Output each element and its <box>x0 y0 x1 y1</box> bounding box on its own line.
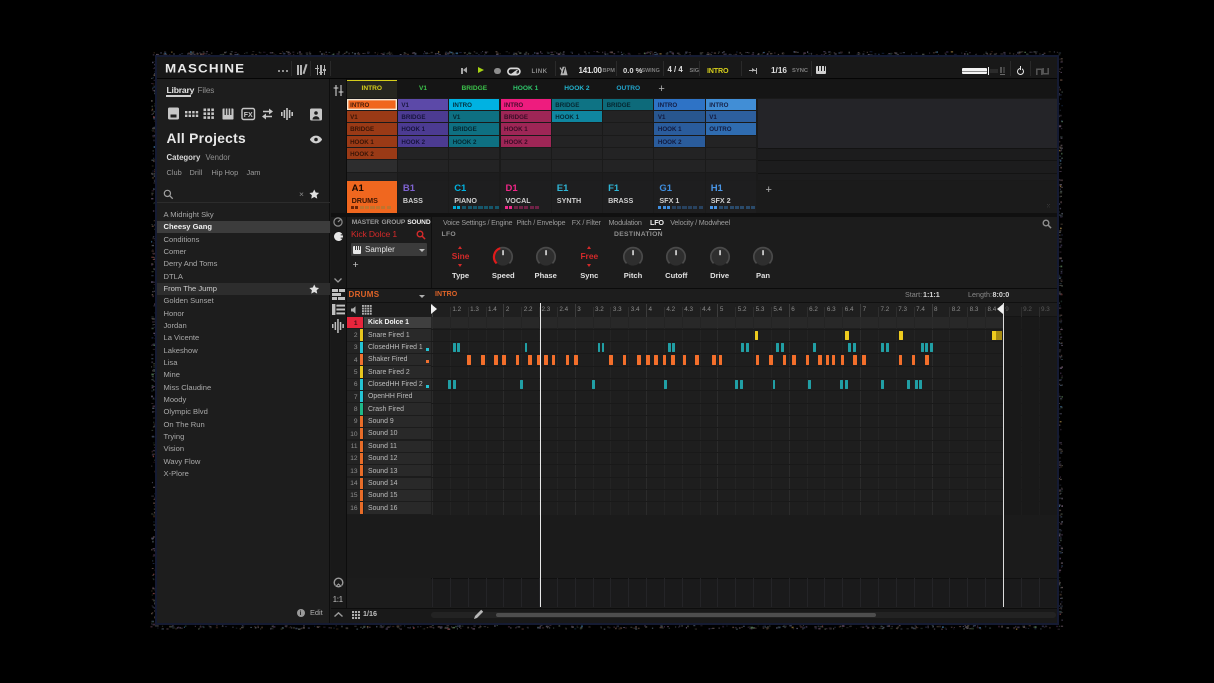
svg-text:FX: FX <box>244 112 253 119</box>
